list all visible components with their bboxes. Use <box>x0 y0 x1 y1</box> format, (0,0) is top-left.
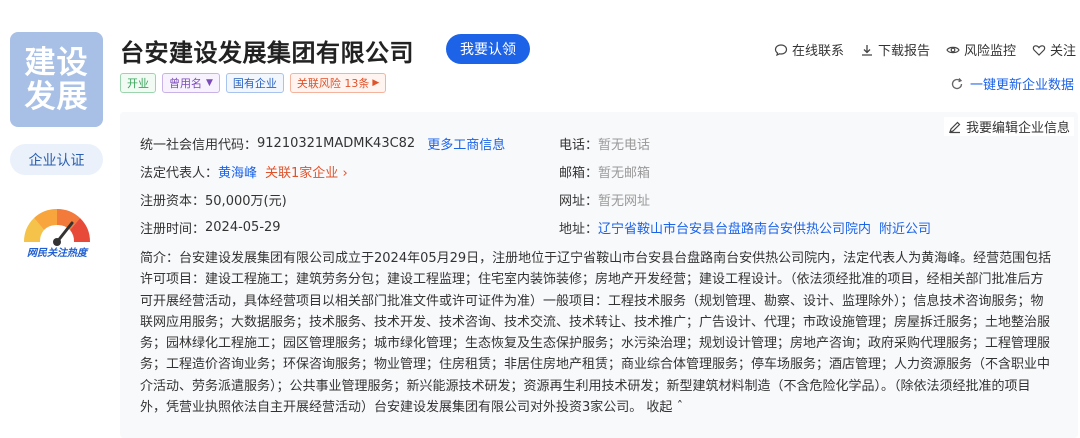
claim-button[interactable]: 我要认领 <box>446 34 530 64</box>
risk-monitor-button[interactable]: 风险监控 <box>946 40 1016 59</box>
refresh-icon <box>951 77 963 89</box>
risk-tag[interactable]: 关联风险 13条 ▶ <box>289 73 387 93</box>
tag-list: 开业 曾用名 ▼ 国有企业 关联风险 13条 ▶ <box>120 73 387 93</box>
online-contact-button[interactable]: 在线联系 <box>774 40 844 59</box>
heart-icon <box>1032 44 1046 56</box>
chevron-up-icon: ˆ <box>676 400 684 416</box>
capital-row: 注册资本： 50,000万(元) <box>140 194 287 209</box>
status-badge: 开业 <box>120 73 156 93</box>
refresh-data-link[interactable]: 一键更新企业数据 <box>950 74 1074 93</box>
chevron-right-icon: › <box>342 166 348 181</box>
company-logo: 建设 发展 <box>10 32 103 127</box>
website-row: 网址： 暂无网址 <box>559 194 651 209</box>
credit-code-row: 统一社会信用代码： 91210321MADMK43C82 更多工商信息 <box>140 134 506 153</box>
credit-code-value: 91210321MADMK43C82 <box>257 136 416 151</box>
edit-info-link[interactable]: 我要编辑企业信息 <box>943 117 1074 136</box>
ownership-tag: 国有企业 <box>225 73 284 93</box>
email-row: 邮箱： 暂无邮箱 <box>559 166 651 181</box>
legal-rep-row: 法定代表人： 黄海峰 关联1家企业 › <box>140 162 348 181</box>
heat-label: 网民关注热度 <box>27 248 87 259</box>
reg-date-row: 注册时间： 2024-05-29 <box>140 220 281 237</box>
company-intro: 简介：台安建设发展集团有限公司成立于2024年05月29日，注册地位于辽宁省鞍山… <box>140 251 1052 416</box>
caret-down-icon: ▼ <box>206 78 213 88</box>
download-report-button[interactable]: 下载报告 <box>860 40 930 59</box>
edit-icon <box>949 121 961 133</box>
action-bar: 在线联系 下载报告 风险监控 关注 <box>758 40 1080 59</box>
former-name-tag[interactable]: 曾用名 ▼ <box>162 73 220 93</box>
enterprise-cert-button[interactable]: 企业认证 <box>10 144 103 175</box>
nearby-companies-link[interactable]: 附近公司 <box>879 218 931 237</box>
company-title: 台安建设发展集团有限公司 <box>120 39 414 67</box>
chat-icon <box>774 43 788 56</box>
related-companies-link[interactable]: 关联1家企业 › <box>265 162 348 181</box>
download-icon <box>861 44 872 56</box>
collapse-button[interactable]: 收起 ˆ <box>646 400 683 415</box>
caret-right-icon: ▶ <box>372 78 380 88</box>
legal-rep-link[interactable]: 黄海峰 <box>218 162 257 181</box>
address-link[interactable]: 辽宁省鞍山市台安县台盘路南台安供热公司院内 <box>598 218 871 237</box>
more-info-link[interactable]: 更多工商信息 <box>427 134 505 153</box>
logo-text: 建设 发展 <box>24 44 89 115</box>
follow-button[interactable]: 关注 <box>1032 40 1076 59</box>
eye-icon <box>946 46 960 53</box>
address-row: 地址： 辽宁省鞍山市台安县台盘路南台安供热公司院内 附近公司 <box>559 218 931 237</box>
phone-row: 电话： 暂无电话 <box>559 138 651 153</box>
